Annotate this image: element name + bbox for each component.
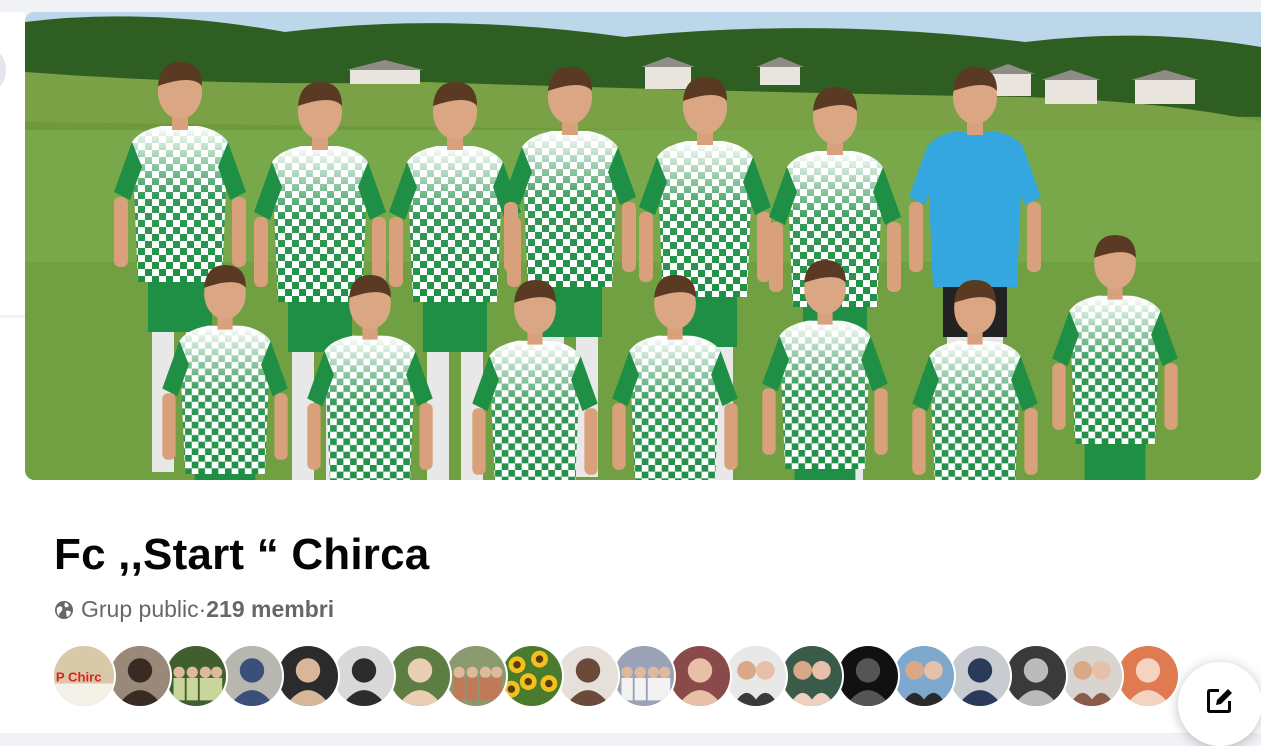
avatar-person-icon bbox=[278, 646, 338, 706]
group-meta: Grup public · 219 membri bbox=[54, 596, 334, 623]
globe-icon bbox=[55, 600, 73, 619]
member-avatar[interactable] bbox=[724, 644, 788, 708]
member-avatar[interactable] bbox=[556, 644, 620, 708]
avatar-person-icon bbox=[950, 646, 1010, 706]
avatar-group-outdoor-icon bbox=[166, 646, 226, 706]
privacy-label[interactable]: Grup public bbox=[81, 596, 199, 623]
member-avatar[interactable] bbox=[388, 644, 452, 708]
member-avatar[interactable] bbox=[500, 644, 564, 708]
member-avatar[interactable] bbox=[1116, 644, 1180, 708]
avatar-group-outdoor-icon bbox=[446, 646, 506, 706]
avatar-couple-icon bbox=[894, 646, 954, 706]
avatar-couple-icon bbox=[782, 646, 842, 706]
avatar-person-icon bbox=[110, 646, 170, 706]
member-avatar[interactable] bbox=[1004, 644, 1068, 708]
svg-text:P Chirc: P Chirc bbox=[56, 670, 102, 685]
left-panel-card bbox=[0, 12, 25, 315]
member-avatar[interactable] bbox=[444, 644, 508, 708]
member-avatar[interactable] bbox=[164, 644, 228, 708]
member-avatar[interactable] bbox=[892, 644, 956, 708]
member-avatar[interactable] bbox=[108, 644, 172, 708]
avatar-person-icon bbox=[222, 646, 282, 706]
avatar-couple-icon bbox=[1062, 646, 1122, 706]
avatar-person-icon bbox=[558, 646, 618, 706]
member-avatar[interactable] bbox=[780, 644, 844, 708]
team-photo-icon bbox=[25, 12, 1261, 480]
group-header-card: Fc ,,Start “ Chirca Grup public · 219 me… bbox=[25, 12, 1261, 733]
member-avatars: P Chirc bbox=[52, 644, 1180, 708]
avatar-group-indoor-icon bbox=[614, 646, 674, 706]
cover-photo[interactable] bbox=[25, 12, 1261, 480]
left-rail bbox=[0, 0, 25, 733]
member-avatar[interactable] bbox=[276, 644, 340, 708]
edit-button[interactable] bbox=[1178, 662, 1261, 746]
member-avatar[interactable] bbox=[668, 644, 732, 708]
avatar-couple-icon bbox=[726, 646, 786, 706]
member-avatar[interactable] bbox=[220, 644, 284, 708]
avatar-person-icon bbox=[1118, 646, 1178, 706]
member-avatar[interactable] bbox=[612, 644, 676, 708]
edit-icon bbox=[1207, 689, 1232, 713]
member-avatar[interactable] bbox=[1060, 644, 1124, 708]
avatar-text-logo-icon: P Chirc bbox=[54, 646, 114, 706]
avatar-person-icon bbox=[670, 646, 730, 706]
group-name[interactable]: Fc ,,Start “ Chirca bbox=[54, 530, 429, 580]
member-count[interactable]: 219 membri bbox=[206, 596, 334, 623]
avatar-person-icon bbox=[1006, 646, 1066, 706]
avatar-person-icon bbox=[334, 646, 394, 706]
avatar-sunflowers-icon bbox=[502, 646, 562, 706]
left-panel-card-lower bbox=[0, 318, 25, 733]
member-avatar[interactable] bbox=[948, 644, 1012, 708]
avatar-person-icon bbox=[390, 646, 450, 706]
member-avatar[interactable]: P Chirc bbox=[52, 644, 116, 708]
member-avatar[interactable] bbox=[836, 644, 900, 708]
avatar-person-icon bbox=[838, 646, 898, 706]
member-avatar[interactable] bbox=[332, 644, 396, 708]
meta-separator: · bbox=[198, 596, 207, 622]
